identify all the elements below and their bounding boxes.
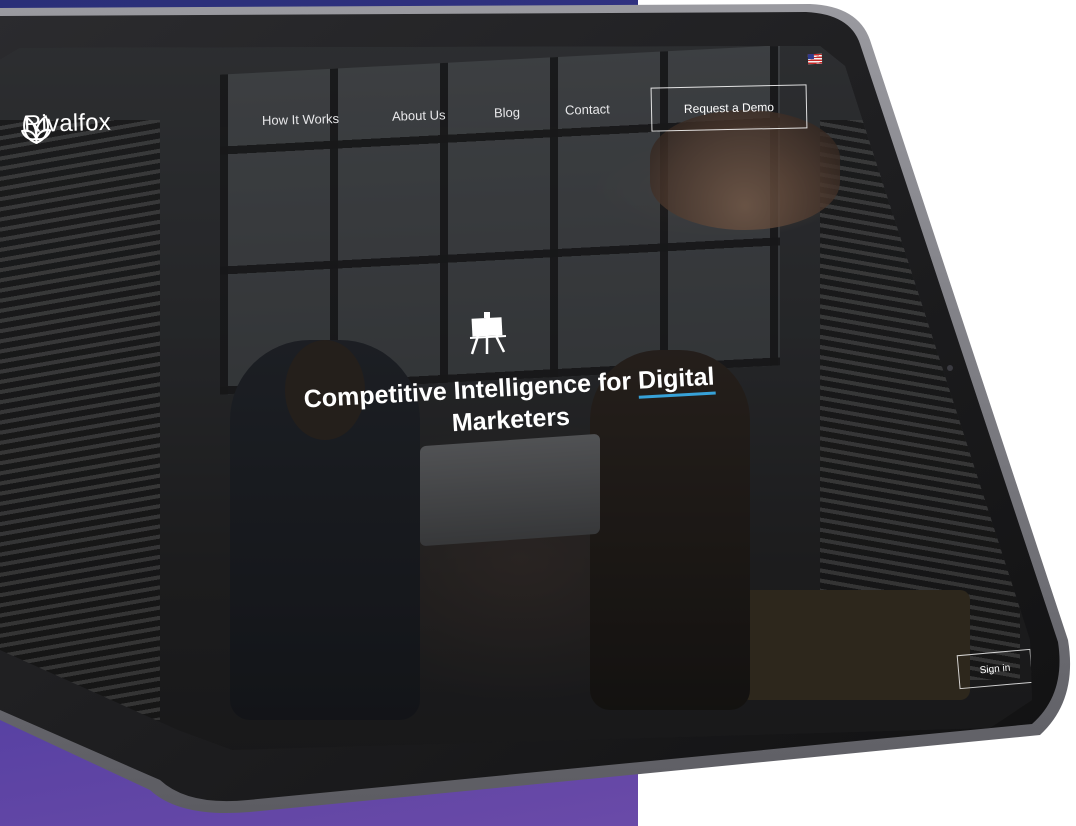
sign-in-button[interactable]: Sign in bbox=[956, 648, 1032, 690]
request-demo-button[interactable]: Request a Demo bbox=[650, 84, 808, 132]
hero-title-second-line: Marketers bbox=[451, 402, 571, 438]
camera-dot bbox=[947, 365, 953, 371]
brand-logo[interactable]: Rivalfox bbox=[18, 109, 112, 145]
nav-how-it-works[interactable]: How It Works bbox=[262, 111, 339, 128]
hero-title-highlight: Digital bbox=[637, 362, 716, 399]
nav-blog[interactable]: Blog bbox=[494, 105, 520, 121]
us-flag-icon[interactable] bbox=[807, 53, 823, 65]
nav-about-us[interactable]: About Us bbox=[392, 107, 446, 123]
page: Rivalfox How It Works About Us Blog Cont… bbox=[0, 0, 1076, 826]
tablet-device: Rivalfox How It Works About Us Blog Cont… bbox=[0, 0, 1076, 826]
nav-contact[interactable]: Contact bbox=[565, 101, 610, 117]
